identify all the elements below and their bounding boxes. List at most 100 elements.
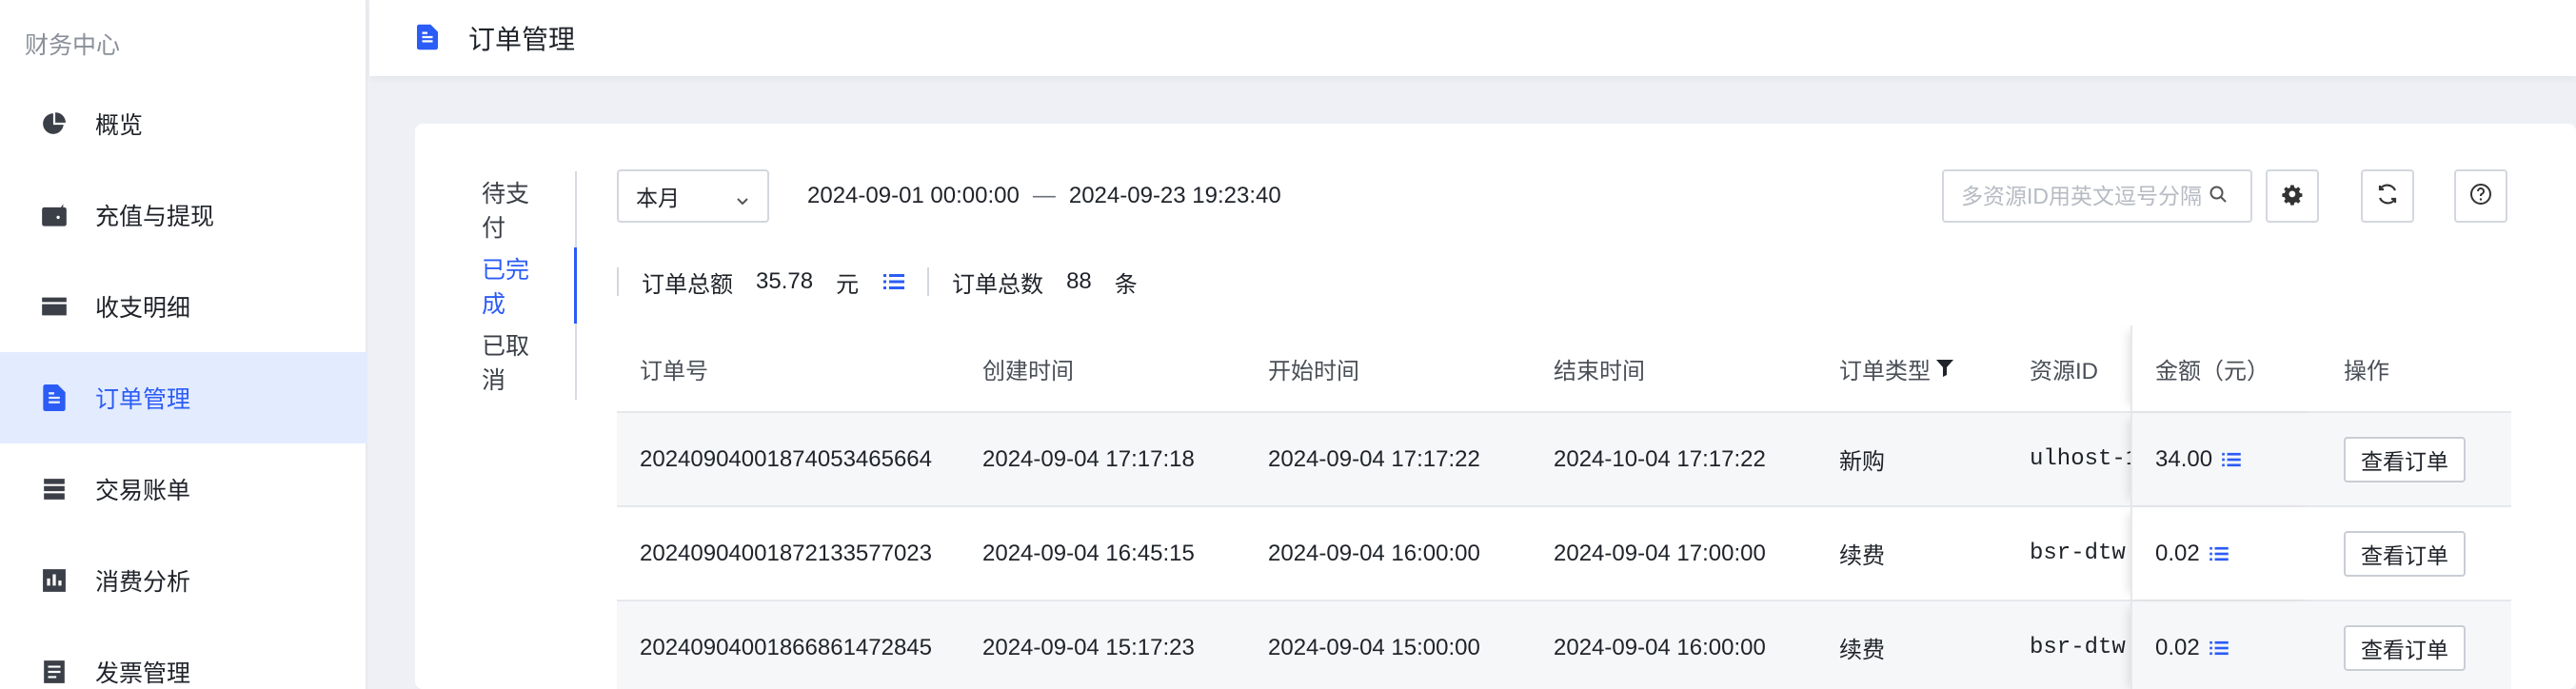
cell-type: 续费 — [1839, 638, 1885, 663]
view-order-button[interactable]: 查看订单 — [2344, 624, 2466, 671]
page-header: 订单管理 — [369, 0, 2576, 76]
sidebar-item-label: 充值与提现 — [95, 204, 215, 230]
order-summary: 订单总额 35.78 元 订单总数 88 条 — [617, 265, 1138, 299]
cell-order-no: 20240904001874053465664 — [640, 445, 932, 472]
list-icon[interactable] — [883, 273, 905, 290]
header-order-no: 订单号 — [640, 358, 708, 384]
cell-action: 查看订单 — [2321, 624, 2511, 671]
date-range-select[interactable]: 本月 — [617, 169, 769, 223]
cell-amount: 34.00 — [2130, 413, 2321, 505]
cell-type: 新购 — [1839, 449, 1885, 475]
header-start: 开始时间 — [1268, 358, 1359, 384]
total-count-value: 88 — [1066, 268, 1092, 294]
amount-value: 0.02 — [2155, 634, 2200, 660]
resource-search[interactable] — [1942, 169, 2252, 223]
header-created: 创建时间 — [982, 358, 1074, 384]
sidebar-item-label: 订单管理 — [95, 386, 191, 413]
cell-amount: 0.02 — [2130, 507, 2321, 600]
cell-amount: 0.02 — [2130, 601, 2321, 689]
settings-button[interactable] — [2266, 169, 2319, 223]
header-action: 操作 — [2344, 358, 2389, 384]
divider — [927, 267, 930, 296]
tab-cancelled[interactable]: 已取消 — [482, 324, 577, 400]
date-separator: — — [1032, 183, 1056, 208]
pie-chart-icon — [40, 109, 69, 138]
filter-icon[interactable] — [1936, 359, 1953, 378]
sidebar-item-label: 交易账单 — [95, 478, 191, 504]
total-amount-value: 35.78 — [756, 268, 814, 294]
range-select-value: 本月 — [636, 186, 680, 210]
help-icon — [2469, 183, 2492, 210]
sidebar-item-recharge[interactable]: 充值与提现 — [0, 169, 367, 261]
chevron-down-icon — [735, 188, 750, 206]
table-row: 20240904001874053465664 2024-09-04 17:17… — [617, 413, 2511, 507]
total-amount-unit: 元 — [836, 271, 860, 298]
document-icon — [40, 384, 69, 412]
list-icon[interactable] — [2222, 452, 2241, 467]
sidebar-item-label: 消费分析 — [95, 569, 191, 596]
cell-created: 2024-09-04 16:45:15 — [982, 540, 1195, 566]
cell-start: 2024-09-04 17:17:22 — [1268, 445, 1480, 472]
gear-icon — [2281, 183, 2304, 210]
card-icon — [40, 292, 69, 321]
cell-resource: bsr-dtw — [2030, 635, 2126, 660]
table-header: 订单号 创建时间 开始时间 结束时间 订单类型 资源ID 金额（元） 操作 — [617, 325, 2511, 413]
header-resource: 资源ID — [2030, 358, 2098, 384]
header-type: 订单类型 — [1816, 352, 2007, 385]
list-icon[interactable] — [2209, 640, 2229, 656]
cell-end: 2024-10-04 17:17:22 — [1554, 445, 1766, 472]
cell-end: 2024-09-04 17:00:00 — [1554, 540, 1766, 566]
wallet-icon — [40, 201, 69, 229]
cell-action: 查看订单 — [2321, 436, 2511, 482]
header-amount: 金额（元） — [2130, 325, 2321, 411]
cell-start: 2024-09-04 15:00:00 — [1268, 634, 1480, 660]
sidebar-item-overview[interactable]: 概览 — [0, 78, 367, 169]
status-tabs: 待支付 已完成 已取消 — [482, 171, 577, 400]
bar-chart-icon — [40, 566, 69, 595]
document-icon — [417, 24, 442, 52]
sidebar-item-income-expense[interactable]: 收支明细 — [0, 261, 367, 352]
cell-created: 2024-09-04 17:17:18 — [982, 445, 1195, 472]
amount-value: 0.02 — [2155, 540, 2200, 566]
tab-pending[interactable]: 待支付 — [482, 171, 577, 247]
orders-card: 待支付 已完成 已取消 本月 2024-09-01 00:00:00 — 202… — [415, 124, 2576, 689]
cell-resource: bsr-dtw — [2030, 541, 2126, 566]
cell-order-no: 20240904001872133577023 — [640, 540, 932, 566]
sidebar-item-bills[interactable]: 交易账单 — [0, 443, 367, 535]
tab-completed[interactable]: 已完成 — [482, 247, 577, 324]
total-count-unit: 条 — [1114, 271, 1138, 298]
amount-value: 34.00 — [2155, 445, 2213, 472]
refresh-icon — [2376, 183, 2399, 210]
orders-table: 订单号 创建时间 开始时间 结束时间 订单类型 资源ID 金额（元） 操作 20… — [617, 325, 2511, 689]
divider — [617, 267, 619, 296]
ledger-icon — [40, 475, 69, 503]
date-end: 2024-09-23 19:23:40 — [1068, 183, 1281, 208]
cell-type: 续费 — [1839, 543, 1885, 569]
list-icon[interactable] — [2209, 546, 2229, 561]
sidebar-item-label: 收支明细 — [95, 295, 191, 322]
search-input[interactable] — [1961, 183, 2209, 209]
header-type-label: 订单类型 — [1839, 358, 1931, 384]
date-start: 2024-09-01 00:00:00 — [807, 183, 1020, 208]
date-range-display[interactable]: 2024-09-01 00:00:00 — 2024-09-23 19:23:4… — [807, 183, 1281, 209]
sidebar-item-invoices[interactable]: 发票管理 — [0, 626, 367, 689]
cell-created: 2024-09-04 15:17:23 — [982, 634, 1195, 660]
cell-resource: ulhost-1 — [2030, 446, 2130, 472]
cell-start: 2024-09-04 16:00:00 — [1268, 540, 1480, 566]
header-end: 结束时间 — [1554, 358, 1645, 384]
refresh-button[interactable] — [2361, 169, 2414, 223]
total-amount-label: 订单总额 — [642, 271, 733, 298]
search-icon[interactable] — [2209, 185, 2228, 208]
cell-end: 2024-09-04 16:00:00 — [1554, 634, 1766, 660]
table-row: 20240904001866861472845 2024-09-04 15:17… — [617, 601, 2511, 689]
sidebar-item-label: 概览 — [95, 112, 144, 139]
sidebar-item-orders[interactable]: 订单管理 — [0, 352, 367, 443]
sidebar-item-analysis[interactable]: 消费分析 — [0, 535, 367, 626]
sidebar-title: 财务中心 — [25, 32, 121, 59]
view-order-button[interactable]: 查看订单 — [2344, 530, 2466, 577]
view-order-button[interactable]: 查看订单 — [2344, 436, 2466, 482]
help-button[interactable] — [2454, 169, 2507, 223]
sidebar-item-label: 发票管理 — [95, 660, 191, 687]
cell-order-no: 20240904001866861472845 — [640, 634, 932, 660]
sidebar: 财务中心 概览 充值与提现 收支明细 订单管理 交易账单 消费分析 发票管理 — [0, 0, 367, 689]
